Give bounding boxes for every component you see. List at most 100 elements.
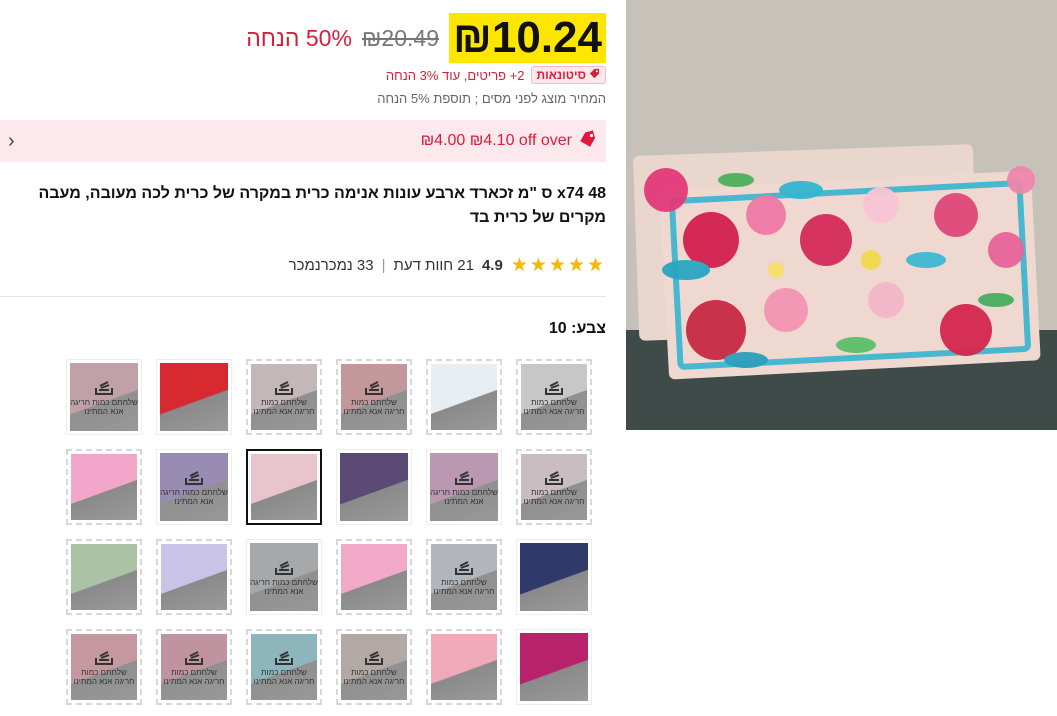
stack-icon bbox=[275, 381, 293, 395]
tag-icon bbox=[589, 68, 600, 82]
out-of-stock-overlay: שלחתם כמות חריגה אנא המתינו bbox=[341, 634, 407, 700]
overlay-text: שלחתם כמות חריגה אנא המתינו bbox=[343, 398, 405, 416]
stack-icon bbox=[455, 561, 473, 575]
color-swatch[interactable] bbox=[336, 449, 412, 525]
out-of-stock-overlay: שלחתם כמות חריגה אנא המתינו bbox=[521, 454, 587, 520]
color-label: צבע: 10 bbox=[548, 320, 606, 337]
swatch-image bbox=[520, 633, 588, 701]
stack-icon bbox=[185, 651, 203, 665]
stack-icon bbox=[455, 471, 473, 485]
price-row: ₪10.24 ₪20.49 50% הנחה bbox=[246, 12, 606, 64]
out-of-stock-overlay: שלחתם כמות חריגה אנא המתינו bbox=[430, 453, 498, 521]
color-swatch[interactable] bbox=[66, 449, 142, 525]
sold-count: 33 נמכרנמכר bbox=[288, 257, 374, 274]
color-swatch[interactable]: שלחתם כמות חריגה אנא המתינו bbox=[246, 359, 322, 435]
wholesale-text: 2+ פריטים, עוד 3% הנחה bbox=[385, 67, 525, 83]
overlay-text: שלחתם כמות חריגה אנא המתינו bbox=[430, 488, 498, 506]
coupon-tag-icon bbox=[578, 129, 598, 153]
pillowcase-photo bbox=[626, 0, 1057, 430]
rating-separator: | bbox=[381, 257, 386, 274]
swatch-image bbox=[341, 544, 407, 610]
swatch-image bbox=[520, 543, 588, 611]
rating-value: 4.9 bbox=[481, 257, 503, 274]
out-of-stock-overlay: שלחתם כמות חריגה אנא המתינו bbox=[250, 543, 318, 611]
wholesale-badge: סיטונאות bbox=[530, 66, 606, 84]
color-swatch[interactable] bbox=[66, 539, 142, 615]
color-swatch[interactable]: שלחתם כמות חריגה אנא המתינו bbox=[336, 359, 412, 435]
tax-note: המחיר מוצג לפני מסים ; תוספת 5% הנחה bbox=[377, 91, 606, 106]
color-swatch-grid: שלחתם כמות חריגה אנא המתינו שלחתם כמות חר… bbox=[66, 359, 592, 705]
color-swatch[interactable] bbox=[246, 449, 322, 525]
color-swatch[interactable] bbox=[516, 629, 592, 705]
out-of-stock-overlay: שלחתם כמות חריגה אנא המתינו bbox=[161, 634, 227, 700]
out-of-stock-overlay: שלחתם כמות חריגה אנא המתינו bbox=[160, 453, 228, 521]
stack-icon bbox=[275, 651, 293, 665]
overlay-text: שלחתם כמות חריגה אנא המתינו bbox=[523, 398, 585, 416]
color-swatch[interactable]: שלחתם כמות חריגה אנא המתינו bbox=[516, 449, 592, 525]
swatch-image bbox=[431, 634, 497, 700]
overlay-text: שלחתם כמות חריגה אנא המתינו bbox=[523, 488, 585, 506]
overlay-text: שלחתם כמות חריגה אנא המתינו bbox=[70, 398, 138, 416]
overlay-text: שלחתם כמות חריגה אנא המתינו bbox=[253, 398, 315, 416]
stack-icon bbox=[365, 381, 383, 395]
chevron-left-icon[interactable]: ‹ bbox=[8, 130, 15, 153]
stack-icon bbox=[365, 651, 383, 665]
overlay-text: שלחתם כמות חריגה אנא המתינו bbox=[73, 668, 135, 686]
discount-percent: 50% הנחה bbox=[246, 24, 352, 51]
color-swatch[interactable]: שלחתם כמות חריגה אנא המתינו bbox=[156, 449, 232, 525]
product-title: 48 x74 ס "מ זכארד ארבע עונות אנימה כרית … bbox=[38, 185, 606, 226]
stack-icon bbox=[185, 471, 203, 485]
color-swatch[interactable]: שלחתם כמות חריגה אנא המתינו bbox=[246, 629, 322, 705]
stack-icon bbox=[545, 381, 563, 395]
color-swatch[interactable] bbox=[156, 359, 232, 435]
original-price: ₪20.49 bbox=[361, 24, 439, 51]
swatch-image bbox=[340, 453, 408, 521]
overlay-text: שלחתם כמות חריגה אנא המתינו bbox=[343, 668, 405, 686]
rating-row[interactable]: ★★★★★ 4.9 21 חוות דעת | 33 נמכרנמכר bbox=[289, 254, 606, 277]
product-main-image[interactable] bbox=[626, 0, 1057, 430]
swatch-image bbox=[251, 454, 317, 520]
star-rating-icon: ★★★★★ bbox=[510, 255, 606, 276]
swatch-image bbox=[71, 454, 137, 520]
overlay-text: שלחתם כמות חריגה אנא המתינו bbox=[163, 668, 225, 686]
overlay-text: שלחתם כמות חריגה אנא המתינו bbox=[160, 488, 228, 506]
color-swatch[interactable]: שלחתם כמות חריגה אנא המתינו bbox=[336, 629, 412, 705]
divider bbox=[0, 296, 606, 297]
coupon-text: ₪4.00 ₪4.10 off over bbox=[420, 132, 572, 149]
color-swatch[interactable]: שלחתם כמות חריגה אנא המתינו bbox=[426, 449, 502, 525]
coupon-banner[interactable]: ₪4.00 ₪4.10 off over ‹ bbox=[0, 120, 606, 162]
stack-icon bbox=[95, 381, 113, 395]
out-of-stock-overlay: שלחתם כמות חריגה אנא המתינו bbox=[251, 634, 317, 700]
color-swatch[interactable]: שלחתם כמות חריגה אנא המתינו bbox=[426, 539, 502, 615]
out-of-stock-overlay: שלחתם כמות חריגה אנא המתינו bbox=[251, 364, 317, 430]
product-info-column: ₪10.24 ₪20.49 50% הנחה סיטונאות 2+ פריטי… bbox=[0, 0, 606, 716]
out-of-stock-overlay: שלחתם כמות חריגה אנא המתינו bbox=[431, 544, 497, 610]
stack-icon bbox=[545, 471, 563, 485]
out-of-stock-overlay: שלחתם כמות חריגה אנא המתינו bbox=[521, 364, 587, 430]
color-swatch[interactable]: שלחתם כמות חריגה אנא המתינו bbox=[66, 359, 142, 435]
swatch-image bbox=[71, 544, 137, 610]
out-of-stock-overlay: שלחתם כמות חריגה אנא המתינו bbox=[71, 634, 137, 700]
swatch-image bbox=[431, 364, 497, 430]
overlay-text: שלחתם כמות חריגה אנא המתינו bbox=[433, 578, 495, 596]
swatch-image bbox=[161, 544, 227, 610]
color-swatch[interactable]: שלחתם כמות חריגה אנא המתינו bbox=[246, 539, 322, 615]
color-swatch[interactable] bbox=[156, 539, 232, 615]
swatch-image bbox=[160, 363, 228, 431]
overlay-text: שלחתם כמות חריגה אנא המתינו bbox=[250, 578, 318, 596]
color-swatch[interactable] bbox=[426, 359, 502, 435]
color-swatch[interactable]: שלחתם כמות חריגה אנא המתינו bbox=[66, 629, 142, 705]
stack-icon bbox=[275, 561, 293, 575]
stack-icon bbox=[95, 651, 113, 665]
out-of-stock-overlay: שלחתם כמות חריגה אנא המתינו bbox=[341, 364, 407, 430]
out-of-stock-overlay: שלחתם כמות חריגה אנא המתינו bbox=[70, 363, 138, 431]
color-swatch[interactable] bbox=[516, 539, 592, 615]
wholesale-label: סיטונאות bbox=[536, 68, 586, 82]
color-swatch[interactable] bbox=[426, 629, 502, 705]
color-swatch[interactable]: שלחתם כמות חריגה אנא המתינו bbox=[516, 359, 592, 435]
reviews-count[interactable]: 21 חוות דעת bbox=[394, 257, 474, 274]
color-swatch[interactable]: שלחתם כמות חריגה אנא המתינו bbox=[156, 629, 232, 705]
wholesale-promo: סיטונאות 2+ פריטים, עוד 3% הנחה bbox=[386, 66, 606, 84]
current-price: ₪10.24 bbox=[449, 13, 606, 63]
color-swatch[interactable] bbox=[336, 539, 412, 615]
